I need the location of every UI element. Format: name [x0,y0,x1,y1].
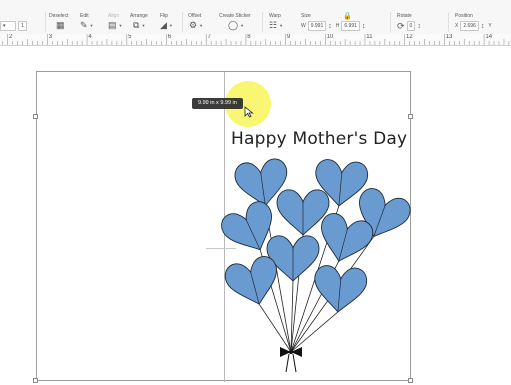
ruler-number: 2 [9,34,13,40]
toolbar-separator [448,12,449,32]
ruler-number: 11 [366,34,373,40]
stepper-icon[interactable]: ↕ [417,22,421,31]
size-label: Size [301,13,311,19]
ruler-number: 3 [48,34,53,40]
flip-icon[interactable]: ◢ [160,21,167,30]
ruler-number: 13 [445,34,453,40]
edit-toolbar: ▾ 1 Deselect ▦ Edit ✎ ▼ Align ▤ ▼ Arrange … [0,0,511,35]
position-x-field[interactable]: 2.696 [460,21,479,31]
offset-icon[interactable]: ⚙ [189,21,197,30]
lock-icon[interactable]: 🔒 [343,12,352,21]
flip-label: Flip [160,13,169,19]
stepper-icon[interactable]: ↕ [328,22,332,31]
warp-label: Warp [269,13,281,19]
warp-icon[interactable]: ☷ [269,21,277,30]
create-sticker-label: Create Sticker [219,13,251,19]
ruler-number: 5 [128,34,132,40]
chevron-down-icon[interactable]: ▼ [279,23,283,28]
edit-label: Edit [80,13,89,19]
stepper-icon[interactable]: ↕ [481,22,485,31]
rotate-label: Rotate [397,13,412,19]
chevron-down-icon[interactable]: ▼ [90,23,94,28]
chevron-down-icon[interactable]: ▼ [199,23,203,28]
ruler-number: 6 [167,34,172,40]
chevron-down-icon: ▼ [118,23,123,28]
width-label: W [301,23,306,29]
chevron-down-icon[interactable]: ▼ [141,23,145,28]
position-y-label: Y [488,23,492,29]
ruler-number: 12 [406,34,413,40]
align-icon: ▤ [108,20,117,30]
toolbar-separator [182,12,183,32]
card-project[interactable] [36,71,411,382]
card-fold-line [224,72,225,382]
selection-handle-bottom-left[interactable] [33,378,38,383]
align-label: Align [108,13,120,19]
arrange-icon[interactable]: ⧉ [133,21,139,30]
guide-line [206,248,236,249]
mouse-cursor-icon [244,106,254,118]
stepper-icon[interactable]: ↕ [362,22,366,31]
chevron-down-icon[interactable]: ▼ [240,23,244,28]
size-tooltip: 9.99 in x 9.99 in [192,98,243,109]
height-label: H [335,23,340,29]
width-field[interactable]: 9.991 [307,21,327,31]
ruler-number: 14 [485,34,493,40]
pen-edit-icon[interactable]: ✎ [80,21,88,30]
ruler-number: 7 [207,34,211,40]
chevron-down-icon[interactable]: ▼ [169,23,173,28]
ruler-number: 4 [88,34,92,40]
left-value-field[interactable]: 1 [18,21,27,31]
rotate-icon[interactable]: ⟳ [397,21,405,31]
toolbar-separator [390,12,391,32]
selection-handle-top-right[interactable] [408,114,413,119]
arrange-label: Arrange [130,13,148,19]
position-label: Position [455,13,473,19]
deselect-icon[interactable]: ▦ [56,21,65,30]
selection-handle-bottom-right[interactable] [408,378,413,383]
deselect-label: Deselect [49,13,69,19]
height-field[interactable]: 6.991 [341,21,360,31]
sticker-icon[interactable]: ◯ [228,21,238,30]
toolbar-separator [262,12,263,32]
linetype-select[interactable]: ▾ [0,21,16,31]
ruler-number: 9 [286,34,291,40]
horizontal-ruler: 23456789101112131415 [0,34,511,46]
toolbar-separator [45,12,46,32]
offset-label: Offset [188,13,202,19]
ruler-number: 10 [326,34,334,40]
ruler-number: 8 [247,34,251,40]
card-title-text[interactable]: Happy Mother's Day [231,129,407,149]
position-x-label: X [455,23,459,29]
selection-handle-top-left[interactable] [33,114,38,119]
ruler-ticks [2,34,510,45]
rotate-field[interactable]: 0 [406,21,416,31]
